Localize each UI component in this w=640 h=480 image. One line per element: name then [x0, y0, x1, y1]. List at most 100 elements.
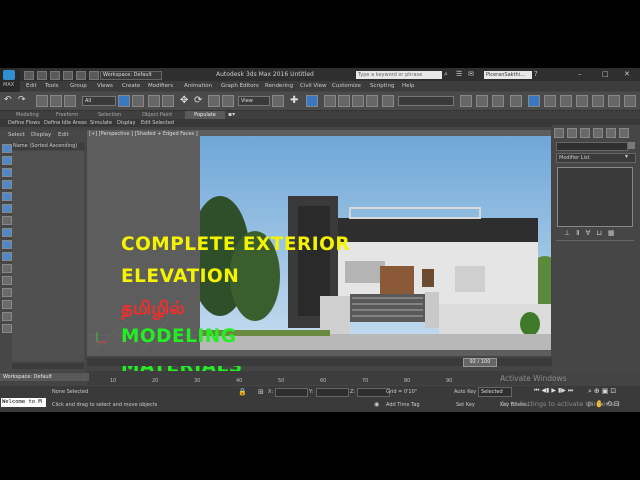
- scale-icon[interactable]: [208, 95, 220, 107]
- minimize-icon[interactable]: –: [578, 70, 582, 78]
- close-icon[interactable]: ✕: [624, 70, 630, 78]
- render-production-icon[interactable]: [608, 95, 620, 107]
- menu-scripting[interactable]: Scripting: [370, 83, 394, 89]
- zoom-all-icon[interactable]: ⊕: [594, 387, 600, 396]
- filter-shapes-icon[interactable]: [2, 156, 12, 165]
- perspective-viewport[interactable]: [+] [Perspective ] [Shaded + Edged Faces…: [87, 130, 551, 377]
- select-by-name-icon[interactable]: [132, 95, 144, 107]
- menu-group[interactable]: Group: [70, 83, 87, 89]
- select-object-icon[interactable]: [118, 95, 130, 107]
- keyboard-shortcut-override-icon[interactable]: [306, 95, 318, 107]
- percent-snap-icon[interactable]: [352, 95, 364, 107]
- render-teapot-icon[interactable]: [624, 95, 636, 107]
- hierarchy-tab-icon[interactable]: [580, 128, 590, 138]
- set-key-button[interactable]: Set Key: [456, 402, 475, 408]
- place-icon[interactable]: [222, 95, 234, 107]
- modifier-list-dropdown[interactable]: Modifier List: [556, 153, 636, 163]
- layer-explorer-icon[interactable]: [510, 95, 522, 107]
- explorer-menu-display[interactable]: Display: [31, 132, 51, 138]
- filter-xrefs-icon[interactable]: [2, 228, 12, 237]
- help-icon[interactable]: ?: [534, 70, 538, 78]
- configure-modifier-sets-icon[interactable]: ▦: [608, 229, 615, 237]
- filter-frozen-icon[interactable]: [2, 264, 12, 273]
- filter-none-icon[interactable]: [2, 300, 12, 309]
- x-coordinate-field[interactable]: [275, 388, 308, 397]
- menu-civil-view[interactable]: Civil View: [300, 83, 326, 89]
- display-button[interactable]: Display: [117, 120, 135, 126]
- filter-lights-icon[interactable]: [2, 168, 12, 177]
- utilities-tab-icon[interactable]: [619, 128, 629, 138]
- unlink-icon[interactable]: [50, 95, 62, 107]
- maximize-icon[interactable]: □: [602, 70, 609, 78]
- time-tag-icon[interactable]: ◉: [374, 401, 379, 408]
- app-logo[interactable]: MAX: [0, 68, 20, 92]
- lock-selection-icon[interactable]: 🔒: [238, 388, 247, 396]
- viewport-label[interactable]: [+] [Perspective ] [Shaded + Edged Faces…: [89, 131, 198, 137]
- align-icon[interactable]: [476, 95, 488, 107]
- absolute-mode-icon[interactable]: ⊞: [258, 388, 264, 396]
- maximize-viewport-icon[interactable]: ⊡: [610, 387, 616, 396]
- redo-icon[interactable]: ↷: [18, 95, 28, 105]
- selection-set-dropdown[interactable]: Selected: [478, 387, 512, 397]
- menu-edit[interactable]: Edit: [26, 83, 37, 89]
- filter-bones-icon[interactable]: [2, 240, 12, 249]
- explorer-object-list[interactable]: [12, 151, 84, 361]
- object-color-swatch[interactable]: [628, 142, 635, 149]
- binoculars-icon[interactable]: ⌕: [444, 70, 448, 79]
- reference-coordinate-dropdown[interactable]: View: [238, 96, 270, 106]
- define-idle-areas-button[interactable]: Define Idle Areas: [44, 120, 87, 126]
- pivot-center-icon[interactable]: [272, 95, 284, 107]
- snaps-toggle-icon[interactable]: [324, 95, 336, 107]
- create-tab-icon[interactable]: [554, 128, 564, 138]
- next-frame-icon[interactable]: ▮▶: [558, 387, 566, 395]
- auto-key-button[interactable]: Auto Key: [454, 389, 476, 395]
- simulate-button[interactable]: Simulate: [90, 120, 112, 126]
- curve-editor-icon[interactable]: [528, 95, 540, 107]
- modifier-stack[interactable]: [557, 167, 633, 227]
- filter-hidden-icon[interactable]: [2, 276, 12, 285]
- edit-named-selection-icon[interactable]: [382, 95, 394, 107]
- filter-geometry-icon[interactable]: [2, 144, 12, 153]
- selection-filter-dropdown[interactable]: All: [82, 96, 116, 106]
- menu-animation[interactable]: Animation: [184, 83, 212, 89]
- subscription-icon[interactable]: ☰: [456, 70, 462, 78]
- go-to-start-icon[interactable]: ⏮: [534, 387, 539, 395]
- find-icon[interactable]: [2, 324, 12, 333]
- pin-stack-icon[interactable]: ⊥: [564, 229, 570, 237]
- add-time-tag-button[interactable]: Add Time Tag: [386, 402, 420, 408]
- angle-snap-icon[interactable]: [338, 95, 350, 107]
- select-link-icon[interactable]: [36, 95, 48, 107]
- object-name-field[interactable]: [556, 142, 628, 151]
- time-slider-knob[interactable]: 92 / 100: [463, 358, 497, 367]
- edit-selected-button[interactable]: Edit Selected: [141, 120, 174, 126]
- time-slider[interactable]: 92 / 100: [87, 358, 552, 367]
- ribbon-tab-object-paint[interactable]: Object Paint: [142, 112, 172, 118]
- make-unique-icon[interactable]: ∀: [586, 229, 591, 237]
- show-end-result-icon[interactable]: Ⅱ: [576, 229, 579, 237]
- menu-rendering[interactable]: Rendering: [265, 83, 293, 89]
- redo-icon[interactable]: [76, 71, 86, 80]
- menu-graph-editors[interactable]: Graph Editors: [221, 83, 259, 89]
- select-manipulate-icon[interactable]: ✚: [290, 95, 300, 106]
- render-setup-icon[interactable]: [576, 95, 588, 107]
- ribbon-tab-modeling[interactable]: Modeling: [16, 112, 39, 118]
- bind-spacewarp-icon[interactable]: [64, 95, 76, 107]
- explorer-column-header[interactable]: Name (Sorted Ascending): [12, 143, 85, 150]
- menu-customize[interactable]: Customize: [332, 83, 361, 89]
- user-account[interactable]: PiceranSakthi...: [484, 71, 532, 79]
- explorer-scrollbar[interactable]: [12, 363, 84, 369]
- ribbon-tab-freeform[interactable]: Freeform: [56, 112, 78, 118]
- named-selection-dropdown[interactable]: [398, 96, 454, 106]
- search-input[interactable]: Type a keyword or phrase: [356, 71, 442, 79]
- zoom-icon[interactable]: ⌕: [588, 387, 592, 396]
- filter-helpers-icon[interactable]: [2, 192, 12, 201]
- play-icon[interactable]: ▶: [551, 387, 556, 395]
- move-icon[interactable]: ✥: [180, 95, 190, 106]
- rectangle-selection-icon[interactable]: [148, 95, 160, 107]
- menu-views[interactable]: Views: [97, 83, 113, 89]
- maxscript-listener-input[interactable]: Welcome to M: [1, 398, 46, 407]
- workspace-dropdown[interactable]: Workspace: Default: [100, 71, 162, 80]
- motion-tab-icon[interactable]: [593, 128, 603, 138]
- menu-help[interactable]: Help: [402, 83, 415, 89]
- workspace-label[interactable]: Workspace: Default: [0, 373, 89, 381]
